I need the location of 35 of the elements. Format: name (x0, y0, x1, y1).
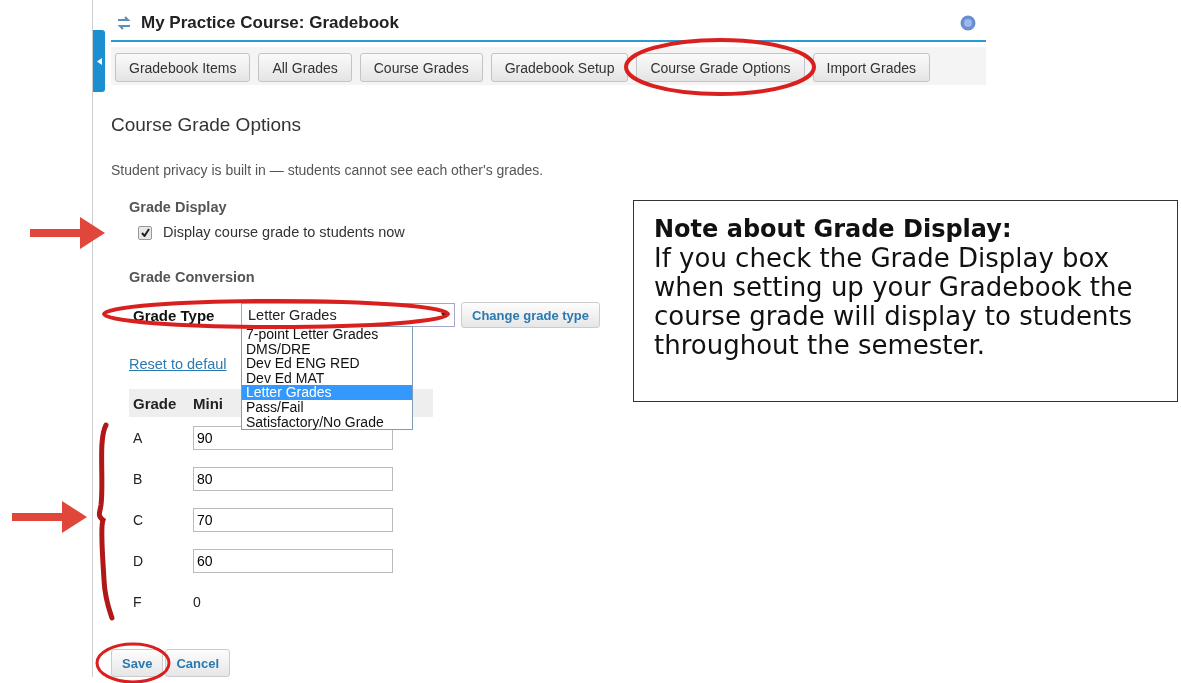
field-label: Grade Type (133, 306, 216, 324)
column-header: Grade (133, 394, 178, 412)
checkbox-label: Display course grade to students now (163, 224, 405, 241)
minimum-value: 0 (193, 593, 202, 610)
grade-letter: C (133, 511, 145, 528)
privacy-note: Student privacy is built in — students cannot see each other's grades. (111, 162, 545, 178)
display-grade-checkbox[interactable] (138, 225, 152, 240)
column-header: Mini (193, 394, 224, 412)
section-heading: Grade Display (129, 199, 227, 216)
grade-letter: D (133, 552, 145, 569)
grade-letter: F (133, 593, 143, 610)
swap-arrows-icon (117, 16, 131, 30)
gradebook-tab[interactable]: Gradebook Items (115, 53, 251, 82)
gradebook-tab[interactable]: Gradebook Setup (490, 53, 629, 82)
grade-letter: B (133, 470, 144, 487)
course-title: My Practice Course: Gradebook (141, 13, 400, 33)
gradebook-tab[interactable]: Import Grades (812, 53, 930, 82)
change-grade-type-button[interactable]: Change grade type (461, 302, 601, 328)
gradebook-tab[interactable]: Course Grades (359, 53, 483, 82)
section-heading: Grade Conversion (129, 269, 255, 286)
minimum-input[interactable]: 70 (193, 507, 393, 532)
gradebook-tab[interactable]: All Grades (258, 53, 352, 82)
page-heading: Course Grade Options (111, 114, 303, 136)
note-body: If you check the Grade Display box when setting up your Gradebook the course grade will display to students throughout the semester. (654, 244, 1134, 360)
minimum-input[interactable]: 80 (193, 466, 393, 491)
caret-icon (96, 57, 102, 65)
minimum-input[interactable]: 60 (193, 548, 393, 573)
grade-letter: A (133, 429, 144, 446)
panel-toggle-handle[interactable] (93, 30, 105, 92)
note-title: Note about Grade Display: (654, 215, 1013, 244)
reset-link[interactable]: Reset to defaul (129, 356, 227, 373)
help-icon[interactable] (960, 15, 976, 31)
form-button[interactable]: Cancel (165, 649, 230, 677)
gradebook-tab[interactable]: Course Grade Options (636, 53, 805, 82)
form-button[interactable]: Save (111, 649, 164, 677)
